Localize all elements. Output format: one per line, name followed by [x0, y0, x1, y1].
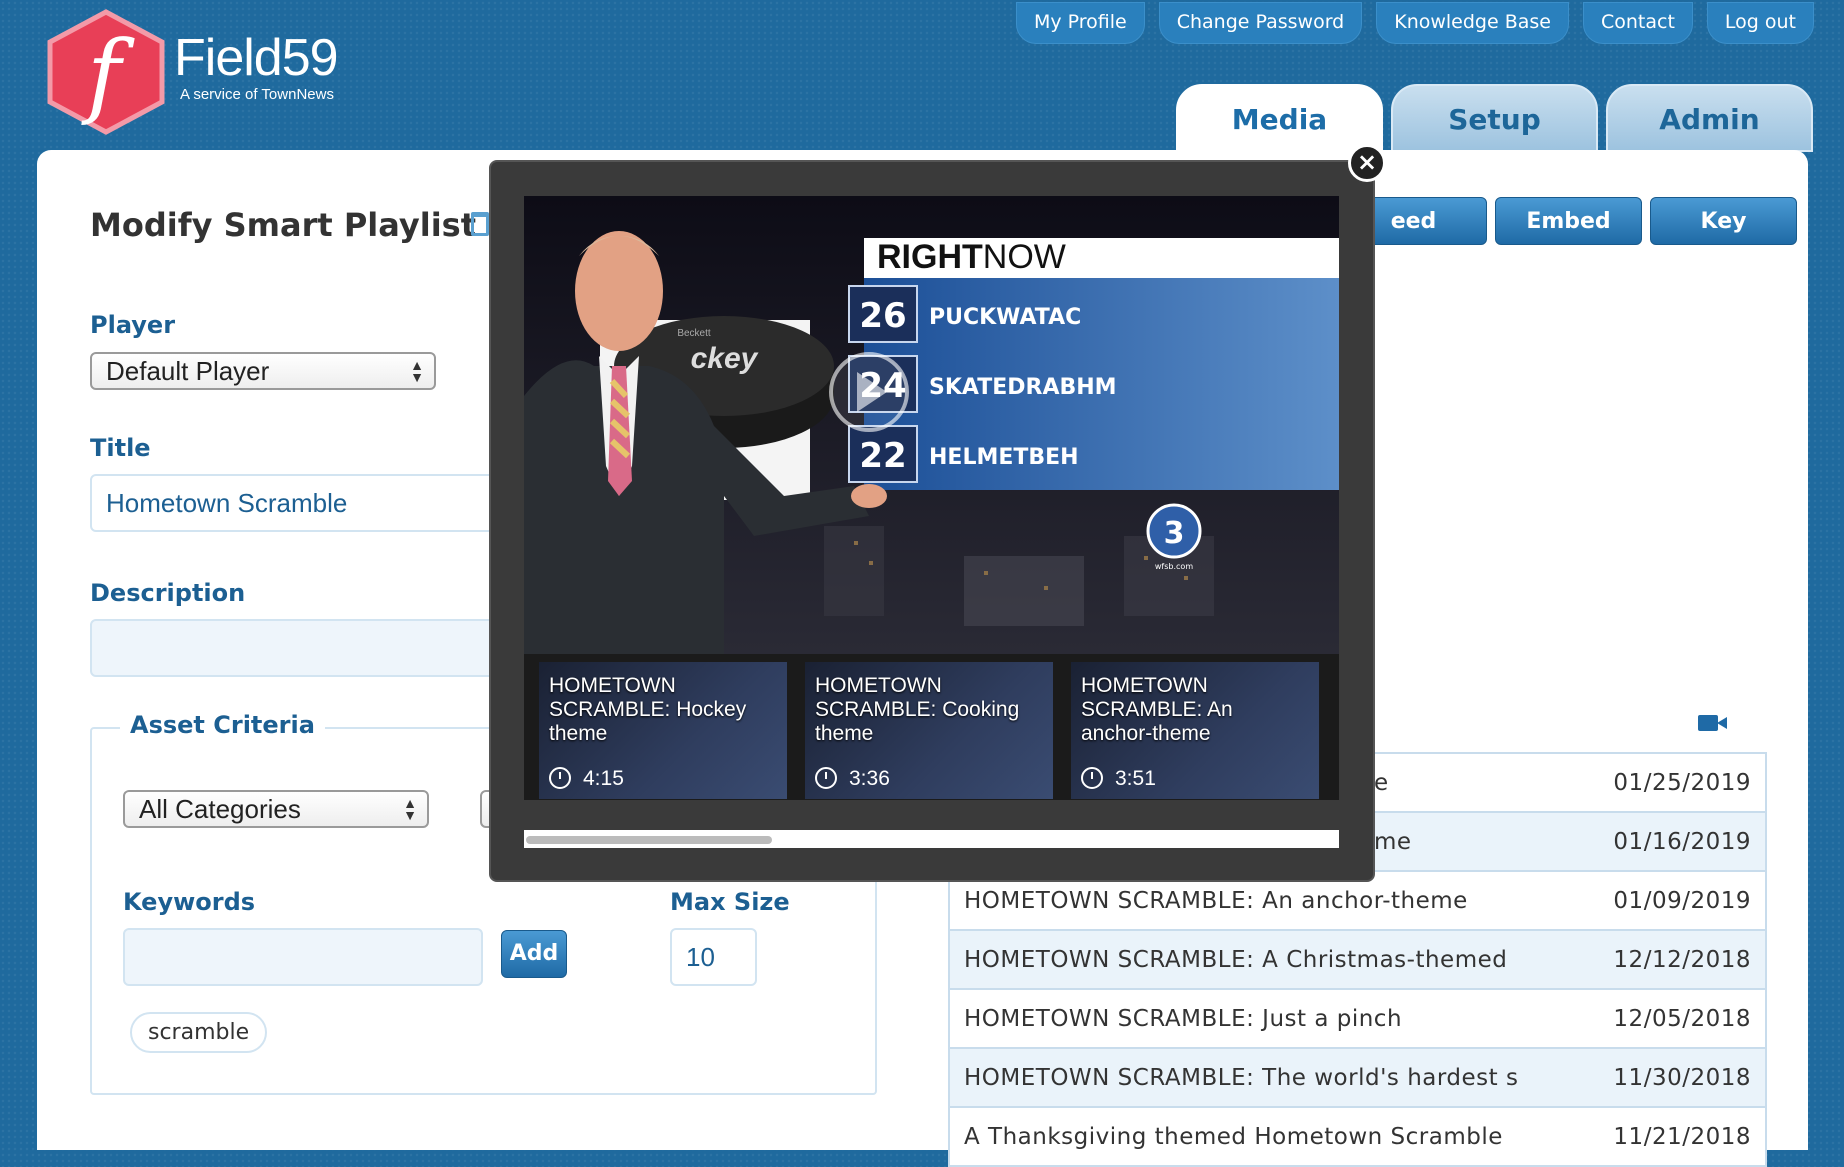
description-input[interactable]: [90, 619, 510, 677]
brand-name: Field59: [174, 29, 339, 87]
max-size-input[interactable]: 10: [670, 928, 757, 986]
related-video-thumbnail[interactable]: HOMETOWN SCRAMBLE: An anchor-theme 3:51: [1071, 662, 1319, 799]
keywords-label: Keywords: [123, 888, 256, 916]
asset-criteria-legend: Asset Criteria: [120, 711, 325, 739]
video-camera-icon: [1698, 715, 1718, 731]
nav-knowledge-base[interactable]: Knowledge Base: [1376, 2, 1569, 44]
row-title: HOMETOWN SCRAMBLE: An anchor-theme: [964, 887, 1468, 914]
page-title: Modify Smart Playlist: [90, 206, 476, 244]
field59-logo[interactable]: f: [44, 8, 168, 136]
related-video-thumbnail[interactable]: HOMETOWN SCRAMBLE: Hockey theme 4:15: [539, 662, 787, 799]
tab-media[interactable]: Media: [1176, 84, 1383, 152]
max-size-label: Max Size: [670, 888, 790, 916]
scrollbar-thumb[interactable]: [526, 836, 772, 844]
thumbnail-title: HOMETOWN SCRAMBLE: Cooking theme: [815, 674, 1020, 745]
puck-text: ckey: [691, 342, 759, 375]
row-date: 01/16/2019: [1613, 828, 1751, 855]
title-label: Title: [90, 434, 151, 462]
row-title: HOMETOWN SCRAMBLE: Just a pinch: [964, 1005, 1403, 1032]
thumbnail-duration: 3:36: [849, 767, 890, 790]
nav-change-password[interactable]: Change Password: [1158, 2, 1363, 44]
keywords-input[interactable]: [123, 928, 483, 986]
nav-log-out[interactable]: Log out: [1706, 2, 1814, 44]
svg-text:22: 22: [859, 436, 906, 476]
table-row[interactable]: HOMETOWN SCRAMBLE: Just a pinch 12/05/201…: [950, 990, 1765, 1049]
select-arrows-icon: ▲ ▼: [410, 357, 424, 385]
player-label: Player: [90, 311, 176, 339]
thumbnail-duration: 4:15: [583, 767, 624, 790]
table-row[interactable]: A Thanksgiving themed Hometown Scramble 1…: [950, 1108, 1765, 1167]
related-video-thumbnail[interactable]: HOMETOWN SCRAMBLE: Cooking theme 3:36: [805, 662, 1053, 799]
row-title: HOMETOWN SCRAMBLE: The world's hardest s: [964, 1064, 1519, 1091]
select-arrows-icon: ▲ ▼: [403, 795, 417, 823]
banner-title: RIGHTNOW: [877, 238, 1066, 276]
thumbnail-scrollbar[interactable]: [524, 830, 1339, 848]
brand-tagline: A service of TownNews: [180, 86, 334, 103]
description-label: Description: [90, 579, 246, 607]
puck-small-text: Beckett: [677, 328, 711, 339]
row-date: 11/21/2018: [1613, 1123, 1751, 1150]
table-row[interactable]: HOMETOWN SCRAMBLE: A Christmas-themed 12/…: [950, 931, 1765, 990]
svg-text:HELMETBEH: HELMETBEH: [929, 445, 1079, 470]
row-date: 01/25/2019: [1613, 769, 1751, 796]
add-keyword-button[interactable]: Add: [501, 930, 567, 978]
thumbnail-duration: 3:51: [1115, 767, 1156, 790]
close-icon[interactable]: ×: [1348, 144, 1386, 182]
table-row[interactable]: HOMETOWN SCRAMBLE: The world's hardest s…: [950, 1049, 1765, 1108]
nav-my-profile[interactable]: My Profile: [1015, 2, 1145, 44]
row-title: HOMETOWN SCRAMBLE: A Christmas-themed: [964, 946, 1508, 973]
clock-icon: [1081, 767, 1103, 789]
row-date: 12/12/2018: [1613, 946, 1751, 973]
thumbnail-title: HOMETOWN SCRAMBLE: Hockey theme: [549, 674, 747, 745]
category-select-value: All Categories: [139, 794, 301, 824]
svg-text:SKATEDRABHM: SKATEDRABHM: [929, 375, 1117, 400]
svg-text:PUCKWATAC: PUCKWATAC: [929, 305, 1081, 330]
nav-contact[interactable]: Contact: [1582, 2, 1693, 44]
embed-button[interactable]: Embed: [1495, 197, 1642, 245]
player-select-value: Default Player: [106, 356, 270, 386]
main-tabs: Media Setup Admin: [1176, 84, 1813, 152]
station-badge: 3: [1164, 516, 1185, 551]
row-date: 01/09/2019: [1613, 887, 1751, 914]
keyword-chip[interactable]: scramble: [130, 1012, 268, 1053]
tab-admin[interactable]: Admin: [1606, 84, 1813, 152]
video-player[interactable]: ckey Beckett RIGHTNOW 26 PUCKWATAC 24 SK…: [524, 196, 1339, 654]
row-title: A Thanksgiving themed Hometown Scramble: [964, 1123, 1503, 1150]
key-button[interactable]: Key: [1650, 197, 1797, 245]
top-navigation: My Profile Change Password Knowledge Bas…: [1015, 2, 1814, 44]
thumbnail-title: HOMETOWN SCRAMBLE: An anchor-theme: [1081, 674, 1233, 745]
playlist-actions: eed Embed Key: [1340, 197, 1797, 245]
category-select[interactable]: All Categories ▲ ▼: [123, 790, 429, 828]
row-date: 12/05/2018: [1613, 1005, 1751, 1032]
svg-text:26: 26: [859, 296, 906, 336]
trash-icon[interactable]: [471, 212, 489, 236]
tab-setup[interactable]: Setup: [1391, 84, 1598, 152]
title-input[interactable]: Hometown Scramble: [90, 474, 510, 532]
clock-icon: [549, 767, 571, 789]
clock-icon: [815, 767, 837, 789]
player-select[interactable]: Default Player ▲ ▼: [90, 352, 436, 390]
station-url: wfsb.com: [1155, 562, 1193, 571]
row-date: 11/30/2018: [1613, 1064, 1751, 1091]
video-frame: ckey Beckett RIGHTNOW 26 PUCKWATAC 24 SK…: [524, 196, 1339, 654]
